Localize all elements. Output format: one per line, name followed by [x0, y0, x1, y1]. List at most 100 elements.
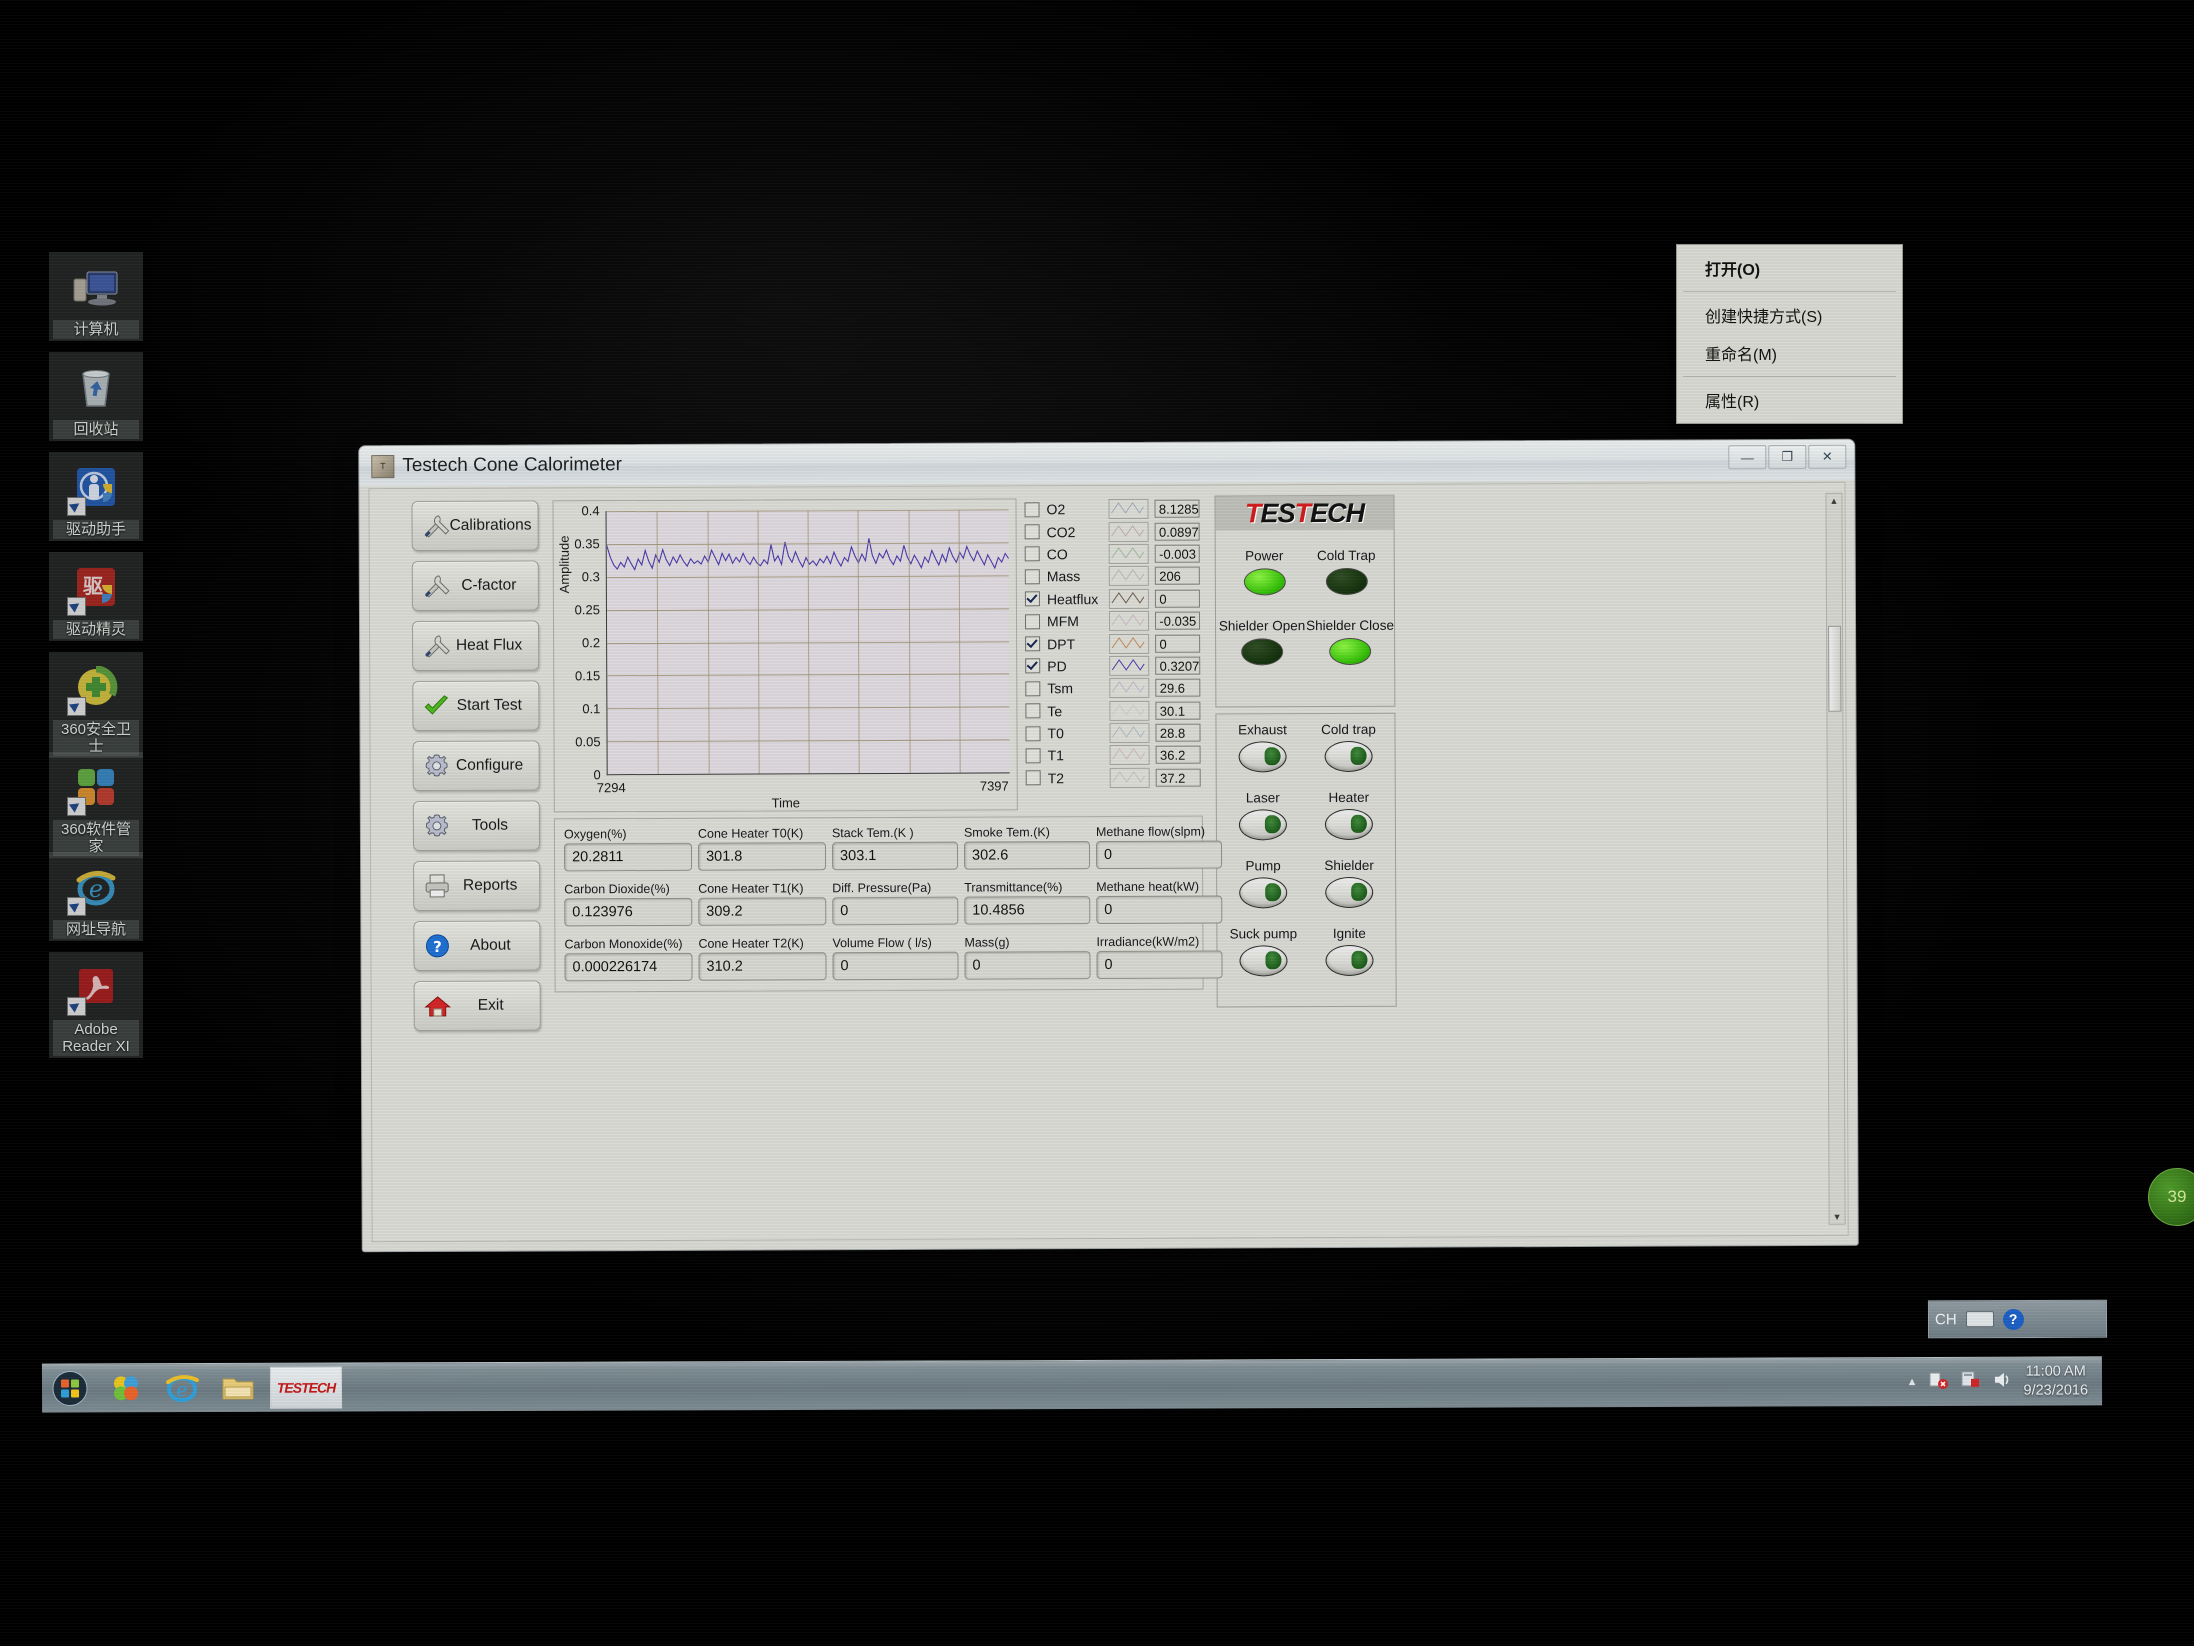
ime-language-bar[interactable]: CH ? [1927, 1299, 2108, 1339]
rocker-toggle[interactable] [1239, 877, 1288, 909]
readout-value[interactable]: 0 [1095, 840, 1223, 870]
minimize-button[interactable]: — [1728, 445, 1767, 470]
switch-shielder[interactable]: Shielder [1306, 858, 1392, 909]
switch-laser[interactable]: Laser [1220, 790, 1306, 841]
rocker-toggle[interactable] [1324, 808, 1373, 841]
start-orb-icon[interactable] [42, 1366, 98, 1410]
desktop-icon-internet-navigation[interactable]: e 网址导航 [48, 852, 144, 941]
channel-row[interactable]: T2 37.2 [1025, 766, 1201, 789]
taskbar[interactable]: e TESTECH ▲ 11:00 AM 9/23/2016 [41, 1356, 2103, 1413]
channel-checkbox[interactable] [1025, 703, 1041, 719]
readout-value[interactable]: 0.123976 [564, 897, 693, 927]
readout-value[interactable]: 302.6 [963, 841, 1091, 870]
channel-color-sparkline[interactable] [1109, 588, 1150, 609]
keyboard-icon[interactable] [1965, 1311, 1994, 1328]
channel-row[interactable]: O2 8.1285 [1024, 498, 1200, 521]
help-icon[interactable]: ? [2002, 1308, 2024, 1330]
folder-icon[interactable] [210, 1366, 266, 1410]
readout-value[interactable]: 20.2811 [563, 842, 693, 872]
channel-row[interactable]: Tsm 29.6 [1025, 677, 1201, 700]
exit-button[interactable]: Exit [413, 980, 541, 1032]
channel-color-sparkline[interactable] [1109, 655, 1150, 676]
c-factor-button[interactable]: C-factor [411, 560, 539, 612]
taskbar-clock[interactable]: 11:00 AM 9/23/2016 [2023, 1362, 2096, 1400]
ime-language-label[interactable]: CH [1935, 1311, 1957, 1328]
channel-row[interactable]: CO -0.003 [1024, 542, 1200, 565]
switch-ignite[interactable]: Ignite [1306, 926, 1392, 977]
readout-value[interactable]: 310.2 [698, 952, 827, 981]
channel-row[interactable]: CO2 0.0897 [1024, 520, 1200, 543]
channel-checkbox[interactable] [1025, 658, 1041, 674]
channel-checkbox[interactable] [1024, 613, 1041, 630]
taskbar-app-testech[interactable]: TESTECH [269, 1366, 343, 1409]
channel-checkbox[interactable] [1024, 546, 1040, 562]
panel-scrollbar[interactable]: ▲ ▼ [1825, 492, 1846, 1225]
reports-button[interactable]: Reports [413, 860, 541, 912]
scrollbar-thumb[interactable] [1828, 625, 1842, 712]
scroll-up-arrow-icon[interactable]: ▲ [1826, 494, 1841, 508]
rocker-toggle[interactable] [1325, 944, 1374, 977]
channel-color-sparkline[interactable] [1109, 678, 1150, 699]
media-player-icon[interactable] [98, 1366, 154, 1410]
channel-checkbox[interactable] [1024, 569, 1040, 585]
configure-button[interactable]: Configure [412, 740, 540, 792]
channel-checkbox[interactable] [1024, 501, 1040, 518]
readout-value[interactable]: 301.8 [697, 842, 827, 871]
readout-value[interactable]: 10.4856 [964, 896, 1091, 925]
tools-button[interactable]: Tools [412, 800, 541, 852]
channel-color-sparkline[interactable] [1110, 767, 1151, 788]
channel-checkbox[interactable] [1025, 770, 1041, 786]
context-menu[interactable]: 打开(O) 创建快捷方式(S) 重命名(M) 属性(R) [1676, 244, 1903, 424]
channel-row[interactable]: DPT 0 [1025, 632, 1201, 655]
desktop-icon-driver-assistant[interactable]: 驱动助手 [48, 452, 144, 541]
amplitude-chart[interactable]: Amplitude 0.4 0.35 0.3 0.25 0.2 0.15 0.1 0.05 0 … [552, 498, 1018, 813]
readout-value[interactable]: 0 [832, 951, 959, 981]
window-titlebar[interactable]: T Testech Cone Calorimeter — ❐ ✕ [359, 439, 1855, 487]
readout-value[interactable]: 309.2 [698, 897, 827, 926]
rocker-toggle[interactable] [1324, 740, 1373, 773]
channel-color-sparkline[interactable] [1109, 700, 1150, 721]
switch-suck-pump[interactable]: Suck pump [1220, 926, 1306, 977]
volume-icon[interactable] [1991, 1368, 2013, 1395]
heat-flux-button[interactable]: Heat Flux [412, 620, 540, 672]
channel-checkbox[interactable] [1025, 725, 1041, 741]
channel-color-sparkline[interactable] [1108, 499, 1149, 520]
desktop-icon-recycle-bin[interactable]: 回收站 [48, 352, 144, 441]
channel-checkbox[interactable] [1025, 681, 1041, 697]
context-menu-item-open[interactable]: 打开(O) [1677, 249, 1902, 287]
switch-cold-trap[interactable]: Cold trap [1305, 722, 1391, 773]
rocker-toggle[interactable] [1239, 945, 1288, 977]
context-menu-item-create-shortcut[interactable]: 创建快捷方式(S) [1677, 296, 1902, 334]
start-test-button[interactable]: Start Test [412, 680, 540, 732]
360-floating-badge[interactable]: 39 [2148, 1168, 2194, 1226]
desktop-icon-360-safeguard[interactable]: 360安全卫士 [48, 652, 144, 758]
channel-checkbox[interactable] [1024, 524, 1040, 540]
channel-color-sparkline[interactable] [1109, 745, 1151, 766]
rocker-toggle[interactable] [1238, 741, 1287, 773]
context-menu-item-properties[interactable]: 属性(R) [1677, 381, 1902, 419]
channel-row[interactable]: Te 30.1 [1025, 699, 1201, 722]
close-button[interactable]: ✕ [1808, 444, 1847, 469]
switch-pump[interactable]: Pump [1220, 858, 1306, 909]
channel-color-sparkline[interactable] [1109, 633, 1150, 654]
desktop-icon-adobe-reader[interactable]: Adobe Reader XI [48, 952, 144, 1058]
channel-row[interactable]: T1 36.2 [1025, 744, 1201, 767]
channel-row[interactable]: Heatflux 0 [1024, 587, 1200, 610]
channel-checkbox[interactable] [1025, 636, 1041, 652]
rocker-toggle[interactable] [1325, 876, 1374, 909]
readout-value[interactable]: 0 [1096, 950, 1223, 980]
readout-value[interactable]: 0.000226174 [564, 952, 693, 982]
system-tray[interactable]: ▲ 11:00 AM 9/23/2016 [1907, 1357, 2097, 1406]
action-center-icon[interactable] [1959, 1368, 1981, 1395]
readout-value[interactable]: 0 [832, 896, 959, 926]
channel-row[interactable]: PD 0.3207 [1025, 654, 1201, 677]
desktop-icon-driver-genius[interactable]: 驱 驱动精灵 [48, 552, 144, 641]
channel-color-sparkline[interactable] [1109, 566, 1150, 587]
channel-color-sparkline[interactable] [1109, 722, 1150, 744]
readout-value[interactable]: 0 [1096, 895, 1223, 925]
readout-value[interactable]: 0 [964, 951, 1091, 980]
channel-checkbox[interactable] [1025, 748, 1041, 764]
scroll-down-arrow-icon[interactable]: ▼ [1830, 1210, 1845, 1224]
channel-color-sparkline[interactable] [1108, 521, 1150, 542]
switch-exhaust[interactable]: Exhaust [1219, 722, 1305, 773]
